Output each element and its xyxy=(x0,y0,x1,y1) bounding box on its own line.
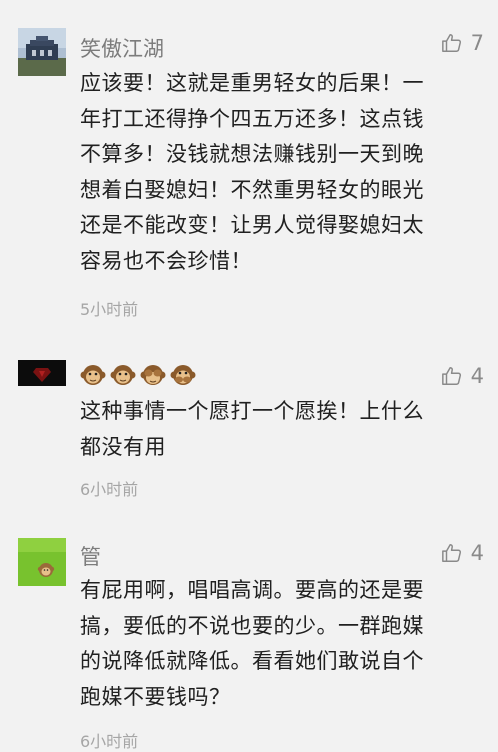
like-button[interactable]: 4 xyxy=(441,541,484,565)
comment-text-line: 想着白娶媳妇！不然重男轻女的眼光 xyxy=(80,177,424,202)
thumbs-up-icon xyxy=(441,34,461,52)
monkey-face-icon xyxy=(80,362,106,388)
like-count: 4 xyxy=(470,541,484,565)
comment-text-line: 这种事情一个愿打一个愿挨！上什么 xyxy=(80,399,424,423)
avatar[interactable] xyxy=(18,28,66,76)
comment-text-line: 的说降低就降低。看看她们敢说自个 xyxy=(80,649,424,673)
comment-text-line: 容易也不会珍惜！ xyxy=(80,248,252,273)
avatar-image xyxy=(18,360,66,386)
comment-text: 有屁用啊，唱唱高调。要高的还是要 搞，要低的不说也要的少。一群跑媒 的说降低就降… xyxy=(80,573,480,715)
speak-no-evil-monkey-icon xyxy=(170,362,196,388)
comment-text: 应该要！这就是重男轻女的后果！一 年打工还得挣个四五万还多！这点钱 不算多！没钱… xyxy=(80,66,480,279)
comment-text-line: 不算多！没钱就想法赚钱别一天到晚 xyxy=(80,142,424,166)
like-count: 4 xyxy=(470,364,484,388)
thumbs-up-icon xyxy=(441,367,461,385)
avatar[interactable] xyxy=(18,360,66,386)
comment-timestamp: 6小时前 xyxy=(80,732,139,751)
avatar-image xyxy=(18,28,66,76)
avatar-image xyxy=(18,538,66,586)
comment-text-line: 跑媒不要钱吗？ xyxy=(80,684,231,709)
comment-text-line: 应该要！这就是重男轻女的后果！一 xyxy=(80,71,424,95)
comment-text-line: 还是不能改变！让男人觉得娶媳妇太 xyxy=(80,213,424,237)
comment-text-line: 搞，要低的不说也要的少。一群跑媒 xyxy=(80,613,424,638)
comment-timestamp: 6小时前 xyxy=(80,480,139,499)
monkey-face-icon xyxy=(110,362,136,388)
avatar[interactable] xyxy=(18,538,66,586)
comment-text: 这种事情一个愿打一个愿挨！上什么 都没有用 xyxy=(80,394,480,465)
comment-username[interactable]: 笑傲江湖 xyxy=(80,33,164,63)
like-count: 7 xyxy=(470,31,484,55)
comment-text-line: 有屁用啊，唱唱高调。要高的还是要 xyxy=(80,578,424,602)
like-button[interactable]: 4 xyxy=(441,364,484,388)
comment-text-line: 都没有用 xyxy=(80,434,166,459)
comment-timestamp: 5小时前 xyxy=(80,300,139,319)
thumbs-up-icon xyxy=(441,544,461,562)
comment-username[interactable] xyxy=(80,362,196,392)
comment-username[interactable]: 管 xyxy=(80,541,101,571)
see-no-evil-monkey-icon xyxy=(140,362,166,388)
like-button[interactable]: 7 xyxy=(441,31,484,55)
comment-text-line: 年打工还得挣个四五万还多！这点钱 xyxy=(80,106,424,131)
